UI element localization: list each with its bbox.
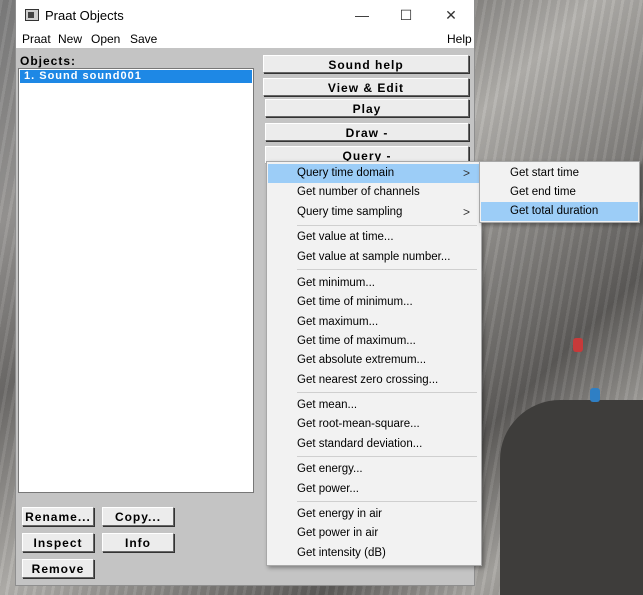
menu-separator (297, 456, 477, 457)
menu-separator (297, 392, 477, 393)
time-domain-submenu: Get start time Get end time Get total du… (479, 161, 640, 223)
menu-open[interactable]: Open (91, 32, 120, 46)
window-title: Praat Objects (45, 8, 124, 23)
submenu-item-get-start-time[interactable]: Get start time (481, 164, 638, 183)
maximize-button[interactable]: ☐ (391, 5, 421, 25)
menu-item-get-time-of-minimum[interactable]: Get time of minimum... (268, 293, 480, 312)
menu-item-get-time-of-maximum[interactable]: Get time of maximum... (268, 332, 480, 351)
submenu-arrow-icon: > (462, 205, 470, 219)
menu-item-get-nearest-zero-crossing[interactable]: Get nearest zero crossing... (268, 371, 480, 390)
minimize-button[interactable]: — (347, 5, 377, 25)
submenu-item-get-end-time[interactable]: Get end time (481, 183, 638, 202)
menu-new[interactable]: New (58, 32, 82, 46)
rename-button[interactable]: Rename... (22, 507, 94, 526)
menu-item-get-power-in-air[interactable]: Get power in air (268, 524, 480, 543)
menu-praat[interactable]: Praat (22, 32, 51, 46)
menu-bar: Praat New Open Save Help (16, 30, 474, 48)
menu-save[interactable]: Save (130, 32, 157, 46)
rock-formation (500, 400, 643, 595)
menu-item-get-intensity-db[interactable]: Get intensity (dB) (268, 544, 480, 563)
climber-figure (590, 388, 600, 402)
menu-help[interactable]: Help (447, 32, 472, 46)
menu-item-get-maximum[interactable]: Get maximum... (268, 313, 480, 332)
menu-item-get-number-of-channels[interactable]: Get number of channels (268, 183, 480, 202)
menu-item-get-absolute-extremum[interactable]: Get absolute extremum... (268, 351, 480, 370)
menu-item-get-value-at-sample-number[interactable]: Get value at sample number... (268, 248, 480, 267)
list-item[interactable]: 1. Sound sound001 (20, 70, 252, 83)
info-button[interactable]: Info (102, 533, 174, 552)
submenu-arrow-icon: > (462, 166, 470, 180)
objects-label: Objects: (20, 54, 77, 68)
objects-list[interactable]: 1. Sound sound001 (18, 68, 254, 493)
menu-item-get-minimum[interactable]: Get minimum... (268, 274, 480, 293)
menu-separator (297, 269, 477, 270)
copy-button[interactable]: Copy... (102, 507, 174, 526)
sound-help-button[interactable]: Sound help (263, 55, 469, 73)
menu-separator (297, 225, 477, 226)
menu-item-get-mean[interactable]: Get mean... (268, 396, 480, 415)
remove-button[interactable]: Remove (22, 559, 94, 578)
menu-item-label: Query time domain (297, 167, 395, 179)
submenu-item-get-total-duration[interactable]: Get total duration (481, 202, 638, 221)
menu-item-query-time-sampling[interactable]: Query time sampling > (268, 203, 480, 222)
close-button[interactable]: ✕ (436, 5, 466, 25)
play-button[interactable]: Play (265, 99, 469, 117)
praat-app-icon (25, 9, 39, 21)
menu-item-get-standard-deviation[interactable]: Get standard deviation... (268, 435, 480, 454)
menu-item-query-time-domain[interactable]: Query time domain > (268, 164, 480, 183)
menu-item-get-root-mean-square[interactable]: Get root-mean-square... (268, 415, 480, 434)
title-bar: Praat Objects — ☐ ✕ (16, 0, 474, 30)
menu-item-get-value-at-time[interactable]: Get value at time... (268, 228, 480, 247)
view-edit-button[interactable]: View & Edit (263, 78, 469, 96)
menu-item-get-power[interactable]: Get power... (268, 480, 480, 499)
menu-separator (297, 501, 477, 502)
draw-button[interactable]: Draw - (265, 123, 469, 141)
query-dropdown-menu: Query time domain > Get number of channe… (266, 161, 482, 566)
menu-item-get-energy[interactable]: Get energy... (268, 460, 480, 479)
menu-item-label: Query time sampling (297, 206, 403, 218)
menu-item-get-energy-in-air[interactable]: Get energy in air (268, 505, 480, 524)
inspect-button[interactable]: Inspect (22, 533, 94, 552)
climber-figure (573, 338, 583, 352)
